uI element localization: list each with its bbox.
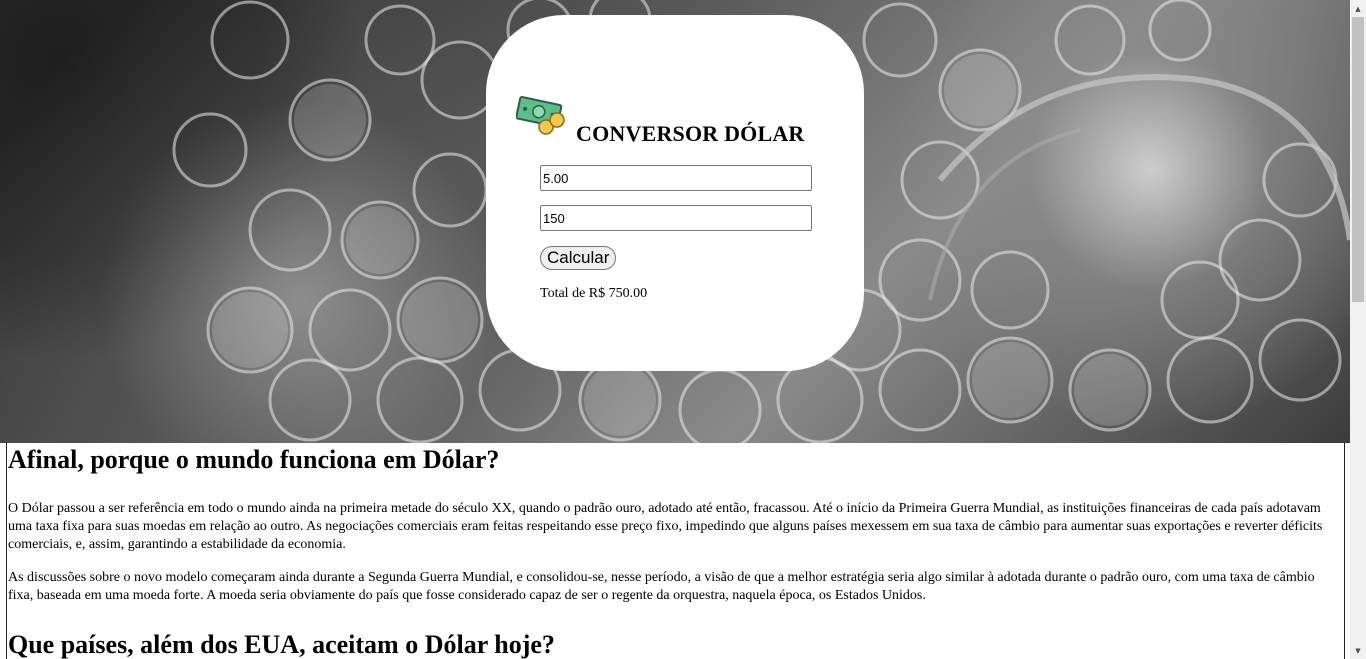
- article-paragraph-2: As discussões sobre o novo modelo começa…: [8, 570, 1315, 603]
- money-cash-icon: [516, 96, 565, 135]
- scroll-up-arrow-icon[interactable]: ▲: [1350, 0, 1366, 17]
- converter-title: CONVERSOR DÓLAR: [576, 121, 805, 146]
- scrollbar-thumb[interactable]: [1352, 17, 1364, 302]
- dollar-amount-input[interactable]: [540, 205, 812, 231]
- converter-card: CONVERSOR DÓLAR Calcular Total de R$ 750…: [486, 15, 864, 371]
- article-paragraph-1: O Dólar passou a ser referência em todo …: [8, 501, 1323, 552]
- dollar-rate-input[interactable]: [540, 165, 812, 191]
- total-result: Total de R$ 750.00: [540, 286, 648, 301]
- scroll-down-arrow-icon[interactable]: ▼: [1350, 642, 1366, 659]
- article-heading-countries: Que países, além dos EUA, aceitam o Dóla…: [8, 630, 555, 659]
- calculate-button[interactable]: Calcular: [540, 246, 617, 270]
- article-section: Afinal, porque o mundo funciona em Dólar…: [6, 443, 1345, 659]
- converter-header: CONVERSOR DÓLAR: [516, 95, 846, 155]
- article-heading-why-dollar: Afinal, porque o mundo funciona em Dólar…: [8, 445, 500, 474]
- page-scrollbar[interactable]: ▲ ▼: [1350, 0, 1366, 659]
